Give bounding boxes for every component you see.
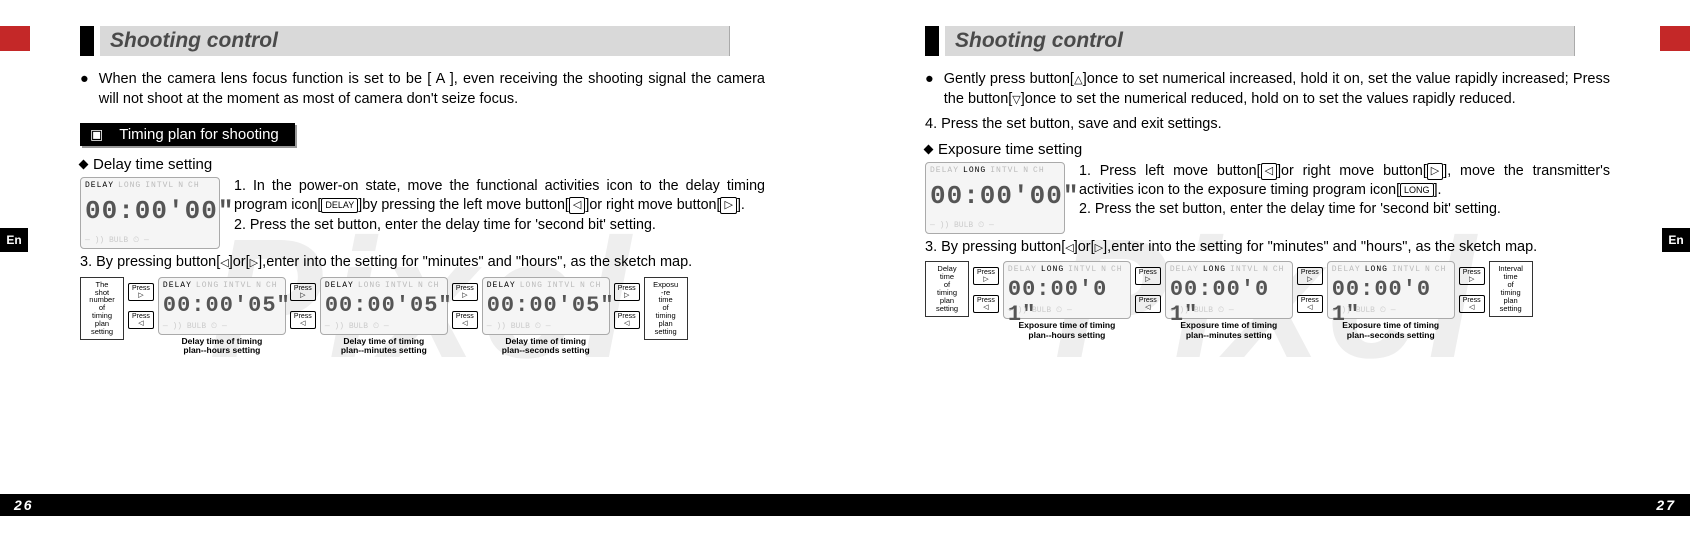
press-left-button: Press◁ [1135,295,1161,313]
red-accent [0,26,30,51]
language-tab: En [1662,228,1690,252]
right-arrow-icon [1427,163,1443,180]
press-right-button: Press▷ [128,283,154,301]
page-number: 27 [1642,497,1690,513]
instruction-text: 1. Press left move button[]or right move… [1079,162,1610,220]
right-arrow-icon [720,197,736,214]
press-arrows: Press▷ Press◁ [1135,261,1161,313]
timing-plan-header: ▣ Timing plan for shooting [80,123,295,146]
left-arrow-icon [1065,239,1073,255]
press-arrows: Press▷ Press◁ [614,277,640,329]
section-title: Shooting control [100,26,730,56]
up-arrow-icon [1074,71,1083,87]
section-title: Shooting control [945,26,1575,56]
page-footer: 26 [0,494,845,516]
press-left-button: Press◁ [1297,295,1323,313]
press-right-button: Press▷ [452,283,478,301]
right-arrow-icon [250,254,258,270]
page-right: Pixel En Shooting control ● Gently press… [845,0,1690,534]
page-number: 26 [0,497,48,513]
step-caption: Delay time of timingplan--minutes settin… [320,337,448,356]
sequence-diagram: Delaytimeoftimingplansetting Press▷ Pres… [895,261,1640,340]
sequence-diagram: Theshotnumberoftimingplansetting Press▷ … [50,277,795,356]
press-right-button: Press▷ [1459,267,1485,285]
press-left-button: Press◁ [1459,295,1485,313]
press-left-button: Press◁ [614,311,640,329]
instruction-text: 1. In the power-on state, move the funct… [234,177,765,235]
press-arrows: Press▷ Press◁ [128,277,154,329]
bullet-dot-icon: ● [925,70,934,109]
sequence-step: DELAYLONGINTVLNCH 00:00'0 1" — )) BULB ⏲… [1327,261,1455,340]
language-tab: En [0,228,28,252]
press-left-button: Press◁ [128,311,154,329]
delay-label-icon: DELAY [321,198,358,212]
diamond-icon [924,144,934,154]
right-arrow-icon [1095,239,1103,255]
press-arrows: Press▷ Press◁ [973,261,999,313]
left-arrow-icon [1261,163,1277,180]
page-footer: 27 [845,494,1690,516]
sequence-step: DELAYLONGINTVLNCH 00:00'0 1" — )) BULB ⏲… [1165,261,1293,340]
left-arrow-icon [569,197,585,214]
lcd-digits: 00:00'00" [85,196,234,226]
step-caption: Delay time of timingplan--seconds settin… [482,337,610,356]
camera-icon: ▣ [80,123,113,146]
bullet-dot-icon: ● [80,70,89,109]
sequence-end-box: Exposu-retimeoftimingplansetting [644,277,688,340]
timing-plan-title: Timing plan for shooting [113,123,295,146]
step-caption: Delay time of timingplan--hours setting [158,337,286,356]
sequence-step: DELAYLONGINTVLNCH 00:00'0 1" — )) BULB ⏲… [1003,261,1131,340]
lcd-digits: 00:00'00" [930,181,1079,211]
lcd-panel: DELAYLONGINTVLNCH 00:00'00" — )) BULB ⏲ … [80,177,220,249]
lcd-mode-labels: DELAYLONGINTVLNCH [930,166,1060,175]
lcd-bottom-row: — )) BULB ⏲ — [930,221,1060,230]
sequence-start-box: Delaytimeoftimingplansetting [925,261,969,316]
lcd-mode-labels: DELAYLONGINTVLNCH [85,181,215,190]
sequence-step: DELAYLONGINTVLNCH 00:00'05" — )) BULB ⏲ … [482,277,610,356]
delay-time-heading: Delay time setting [80,156,795,173]
step3-text: 3. By pressing button[ [925,239,1065,255]
red-accent [1660,26,1690,51]
lcd-bottom-row: — )) BULB ⏲ — [85,236,215,245]
long-label-icon: LONG [1400,183,1434,197]
exposure-time-heading: Exposure time setting [925,141,1640,158]
page-left: Pixel En Shooting control ● When the cam… [0,0,845,534]
press-left-button: Press◁ [290,311,316,329]
step3-text: 3. By pressing button[ [80,254,220,270]
lcd-panel: DELAYLONGINTVLNCH 00:00'00" — )) BULB ⏲ … [925,162,1065,234]
sequence-step: DELAYLONGINTVLNCH 00:00'05" — )) BULB ⏲ … [158,277,286,356]
diamond-icon [79,160,89,170]
press-right-button: Press▷ [290,283,316,301]
section-header: Shooting control [925,26,1575,56]
bullet-text: Gently press button[]once to set numeric… [944,70,1610,109]
press-arrows: Press▷ Press◁ [1297,261,1323,313]
press-arrows: Press▷ Press◁ [290,277,316,329]
sequence-step: DELAYLONGINTVLNCH 00:00'05" — )) BULB ⏲ … [320,277,448,356]
list-item-4: 4. Press the set button, save and exit s… [925,115,1610,135]
down-arrow-icon [1012,91,1020,107]
press-right-button: Press▷ [973,267,999,285]
bullet-text: When the camera lens focus function is s… [99,70,765,109]
press-arrows: Press▷ Press◁ [1459,261,1485,313]
press-right-button: Press▷ [1297,267,1323,285]
press-arrows: Press▷ Press◁ [452,277,478,329]
press-left-button: Press◁ [452,311,478,329]
press-left-button: Press◁ [973,295,999,313]
sequence-start-box: Theshotnumberoftimingplansetting [80,277,124,340]
press-right-button: Press▷ [614,283,640,301]
bullet-item: ● Gently press button[]once to set numer… [925,70,1610,109]
left-arrow-icon [220,254,228,270]
sequence-end-box: Intervaltimeoftimingplansetting [1489,261,1533,316]
press-right-button: Press▷ [1135,267,1161,285]
bullet-item: ● When the camera lens focus function is… [80,70,765,109]
section-header: Shooting control [80,26,730,56]
